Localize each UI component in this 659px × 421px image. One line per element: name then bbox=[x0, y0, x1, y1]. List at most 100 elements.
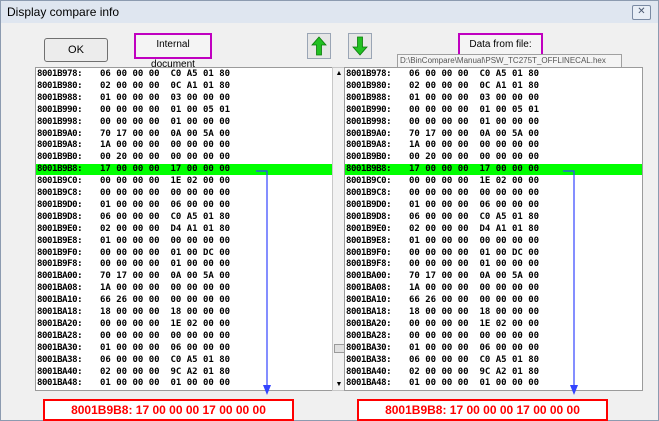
row-address: 8001BA08: bbox=[37, 283, 83, 294]
hex-row[interactable]: 8001BA40: 02 00 00 00 9C A2 01 80 bbox=[36, 367, 333, 378]
row-address: 8001B978: bbox=[346, 69, 392, 79]
row-address: 8001BA48: bbox=[346, 378, 392, 389]
row-bytes: 70 17 00 00 0A 00 5A 00 bbox=[409, 271, 540, 282]
hex-row[interactable]: 8001BA18: 18 00 00 00 18 00 00 00 bbox=[36, 307, 333, 318]
row-bytes: 1A 00 00 00 00 00 00 00 bbox=[409, 283, 540, 294]
row-address: 8001BA28: bbox=[346, 330, 392, 341]
hex-row[interactable]: 8001BA10: 66 26 00 00 00 00 00 00 bbox=[345, 295, 642, 306]
hex-row[interactable]: 8001BA10: 66 26 00 00 00 00 00 00 bbox=[36, 295, 333, 306]
row-bytes: 70 17 00 00 0A 00 5A 00 bbox=[100, 128, 231, 139]
hex-row[interactable]: 8001BA08: 1A 00 00 00 00 00 00 00 bbox=[345, 283, 642, 294]
hex-row[interactable]: 8001B980: 02 00 00 00 0C A1 01 80 bbox=[36, 81, 333, 92]
row-address: 8001B9F0: bbox=[346, 247, 392, 258]
hex-row[interactable]: 8001BA48: 01 00 00 00 01 00 00 00 bbox=[36, 378, 333, 389]
hex-row[interactable]: 8001B998: 00 00 00 00 01 00 00 00 bbox=[36, 117, 333, 128]
ok-button[interactable]: OK bbox=[44, 38, 108, 62]
row-bytes: 00 00 00 00 01 00 05 01 bbox=[100, 104, 231, 115]
hex-row[interactable]: 8001B9F0: 00 00 00 00 01 00 DC 00 bbox=[345, 248, 642, 259]
hex-row[interactable]: 8001BA20: 00 00 00 00 1E 02 00 00 bbox=[36, 319, 333, 330]
hex-row[interactable]: 8001B988: 01 00 00 00 03 00 00 00 bbox=[36, 93, 333, 104]
hex-row[interactable]: 8001B980: 02 00 00 00 0C A1 01 80 bbox=[345, 81, 642, 92]
file-path-field: D:\BinCompare\Manual\PSW_TC275T_OFFLINEC… bbox=[397, 54, 622, 68]
row-bytes: 01 00 00 00 03 00 00 00 bbox=[409, 92, 540, 103]
hex-row[interactable]: 8001B9E8: 01 00 00 00 00 00 00 00 bbox=[36, 236, 333, 247]
hex-row[interactable]: 8001B9E8: 01 00 00 00 00 00 00 00 bbox=[345, 236, 642, 247]
highlighted-row[interactable]: 8001B9B8: 17 00 00 00 17 00 00 00 bbox=[36, 164, 333, 176]
row-address: 8001BA00: bbox=[37, 271, 83, 282]
row-bytes: 01 00 00 00 06 00 00 00 bbox=[409, 342, 540, 353]
row-address: 8001B988: bbox=[37, 92, 83, 103]
hex-row[interactable]: 8001B9A0: 70 17 00 00 0A 00 5A 00 bbox=[36, 129, 333, 140]
row-address: 8001B9C8: bbox=[37, 188, 83, 198]
row-bytes: 00 00 00 00 00 00 00 00 bbox=[409, 188, 540, 198]
hex-row[interactable]: 8001B998: 00 00 00 00 01 00 00 00 bbox=[345, 117, 642, 128]
hex-row[interactable]: 8001BA28: 00 00 00 00 00 00 00 00 bbox=[345, 331, 642, 342]
hex-row[interactable]: 8001B9C0: 00 00 00 00 1E 02 00 00 bbox=[345, 176, 642, 187]
hex-row[interactable]: 8001B9C0: 00 00 00 00 1E 02 00 00 bbox=[36, 176, 333, 187]
hex-row[interactable]: 8001BA30: 01 00 00 00 06 00 00 00 bbox=[345, 343, 642, 354]
hex-row[interactable]: 8001B9D0: 01 00 00 00 06 00 00 00 bbox=[36, 200, 333, 211]
left-connector-arrow bbox=[256, 170, 271, 395]
hex-row[interactable]: 8001B990: 00 00 00 00 01 00 05 01 bbox=[36, 105, 333, 116]
hex-row[interactable]: 8001B9F8: 00 00 00 00 01 00 00 00 bbox=[36, 259, 333, 270]
row-bytes: 02 00 00 00 0C A1 01 80 bbox=[100, 80, 231, 91]
row-bytes: 00 00 00 00 00 00 00 00 bbox=[100, 330, 231, 341]
row-address: 8001BA18: bbox=[37, 307, 83, 317]
row-address: 8001B9E0: bbox=[346, 223, 392, 234]
hex-row[interactable]: 8001B990: 00 00 00 00 01 00 05 01 bbox=[345, 105, 642, 116]
hex-row[interactable]: 8001B9F0: 00 00 00 00 01 00 DC 00 bbox=[36, 248, 333, 259]
hex-row[interactable]: 8001B9E0: 02 00 00 00 D4 A1 01 80 bbox=[36, 224, 333, 235]
row-address: 8001BA28: bbox=[37, 330, 83, 341]
file-data-list[interactable]: 8001B978: 06 00 00 00 C0 A5 01 80 8001B980… bbox=[344, 67, 643, 391]
hex-row[interactable]: 8001BA00: 70 17 00 00 0A 00 5A 00 bbox=[36, 271, 333, 282]
hex-row[interactable]: 8001BA40: 02 00 00 00 9C A2 01 80 bbox=[345, 367, 642, 378]
hex-row[interactable]: 8001BA30: 01 00 00 00 06 00 00 00 bbox=[36, 343, 333, 354]
hex-row[interactable]: 8001B9C8: 00 00 00 00 00 00 00 00 bbox=[36, 188, 333, 199]
hex-row[interactable]: 8001B9F8: 00 00 00 00 01 00 00 00 bbox=[345, 259, 642, 270]
hex-row[interactable]: 8001BA48: 01 00 00 00 01 00 00 00 bbox=[345, 378, 642, 389]
hex-row[interactable]: 8001B9C8: 00 00 00 00 00 00 00 00 bbox=[345, 188, 642, 199]
row-bytes: 00 20 00 00 00 00 00 00 bbox=[409, 152, 540, 163]
row-address: 8001B9C8: bbox=[346, 188, 392, 198]
arrow-down-button[interactable] bbox=[348, 33, 372, 59]
row-address: 8001B9F8: bbox=[37, 259, 83, 270]
hex-row[interactable]: 8001B978: 06 00 00 00 C0 A5 01 80 bbox=[345, 69, 642, 80]
row-address: 8001BA10: bbox=[346, 295, 392, 306]
arrow-up-button[interactable] bbox=[307, 33, 331, 59]
row-address: 8001BA48: bbox=[37, 378, 83, 389]
hex-row[interactable]: 8001B9D0: 01 00 00 00 06 00 00 00 bbox=[345, 200, 642, 211]
row-bytes: 06 00 00 00 C0 A5 01 80 bbox=[409, 69, 540, 79]
hex-row[interactable]: 8001B978: 06 00 00 00 C0 A5 01 80 bbox=[36, 69, 333, 80]
close-button[interactable]: ✕ bbox=[632, 5, 651, 20]
row-address: 8001B9B8: bbox=[37, 164, 83, 175]
hex-row[interactable]: 8001BA00: 70 17 00 00 0A 00 5A 00 bbox=[345, 271, 642, 282]
hex-row[interactable]: 8001B9A8: 1A 00 00 00 00 00 00 00 bbox=[36, 140, 333, 151]
hex-row[interactable]: 8001BA18: 18 00 00 00 18 00 00 00 bbox=[345, 307, 642, 318]
row-bytes: 00 00 00 00 00 00 00 00 bbox=[100, 188, 231, 198]
row-bytes: 01 00 00 00 06 00 00 00 bbox=[409, 199, 540, 210]
hex-row[interactable]: 8001BA38: 06 00 00 00 C0 A5 01 80 bbox=[345, 355, 642, 366]
row-bytes: 1A 00 00 00 00 00 00 00 bbox=[100, 140, 231, 151]
row-bytes: 00 00 00 00 1E 02 00 00 bbox=[409, 176, 540, 187]
hex-row[interactable]: 8001B9E0: 02 00 00 00 D4 A1 01 80 bbox=[345, 224, 642, 235]
row-bytes: 00 00 00 00 01 00 00 00 bbox=[100, 259, 231, 270]
row-bytes: 17 00 00 00 17 00 00 00 bbox=[100, 164, 231, 175]
hex-row[interactable]: 8001B9A0: 70 17 00 00 0A 00 5A 00 bbox=[345, 129, 642, 140]
hex-row[interactable]: 8001B9D8: 06 00 00 00 C0 A5 01 80 bbox=[345, 212, 642, 223]
hex-row[interactable]: 8001B9D8: 06 00 00 00 C0 A5 01 80 bbox=[36, 212, 333, 223]
hex-row[interactable]: 8001B9A8: 1A 00 00 00 00 00 00 00 bbox=[345, 140, 642, 151]
row-address: 8001BA00: bbox=[346, 271, 392, 282]
hex-row[interactable]: 8001B9B0: 00 20 00 00 00 00 00 00 bbox=[36, 152, 333, 163]
hex-row[interactable]: 8001B9B0: 00 20 00 00 00 00 00 00 bbox=[345, 152, 642, 163]
row-address: 8001B9F8: bbox=[346, 259, 392, 270]
highlighted-row[interactable]: 8001B9B8: 17 00 00 00 17 00 00 00 bbox=[345, 164, 642, 176]
hex-row[interactable]: 8001B988: 01 00 00 00 03 00 00 00 bbox=[345, 93, 642, 104]
row-bytes: 06 00 00 00 C0 A5 01 80 bbox=[409, 354, 540, 365]
hex-row[interactable]: 8001BA28: 00 00 00 00 00 00 00 00 bbox=[36, 331, 333, 342]
hex-row[interactable]: 8001BA38: 06 00 00 00 C0 A5 01 80 bbox=[36, 355, 333, 366]
internal-document-list[interactable]: 8001B978: 06 00 00 00 C0 A5 01 80 8001B980… bbox=[35, 67, 334, 391]
hex-row[interactable]: 8001BA08: 1A 00 00 00 00 00 00 00 bbox=[36, 283, 333, 294]
row-address: 8001B9F0: bbox=[37, 247, 83, 258]
hex-row[interactable]: 8001BA20: 00 00 00 00 1E 02 00 00 bbox=[345, 319, 642, 330]
row-bytes: 01 00 00 00 01 00 00 00 bbox=[409, 378, 540, 389]
